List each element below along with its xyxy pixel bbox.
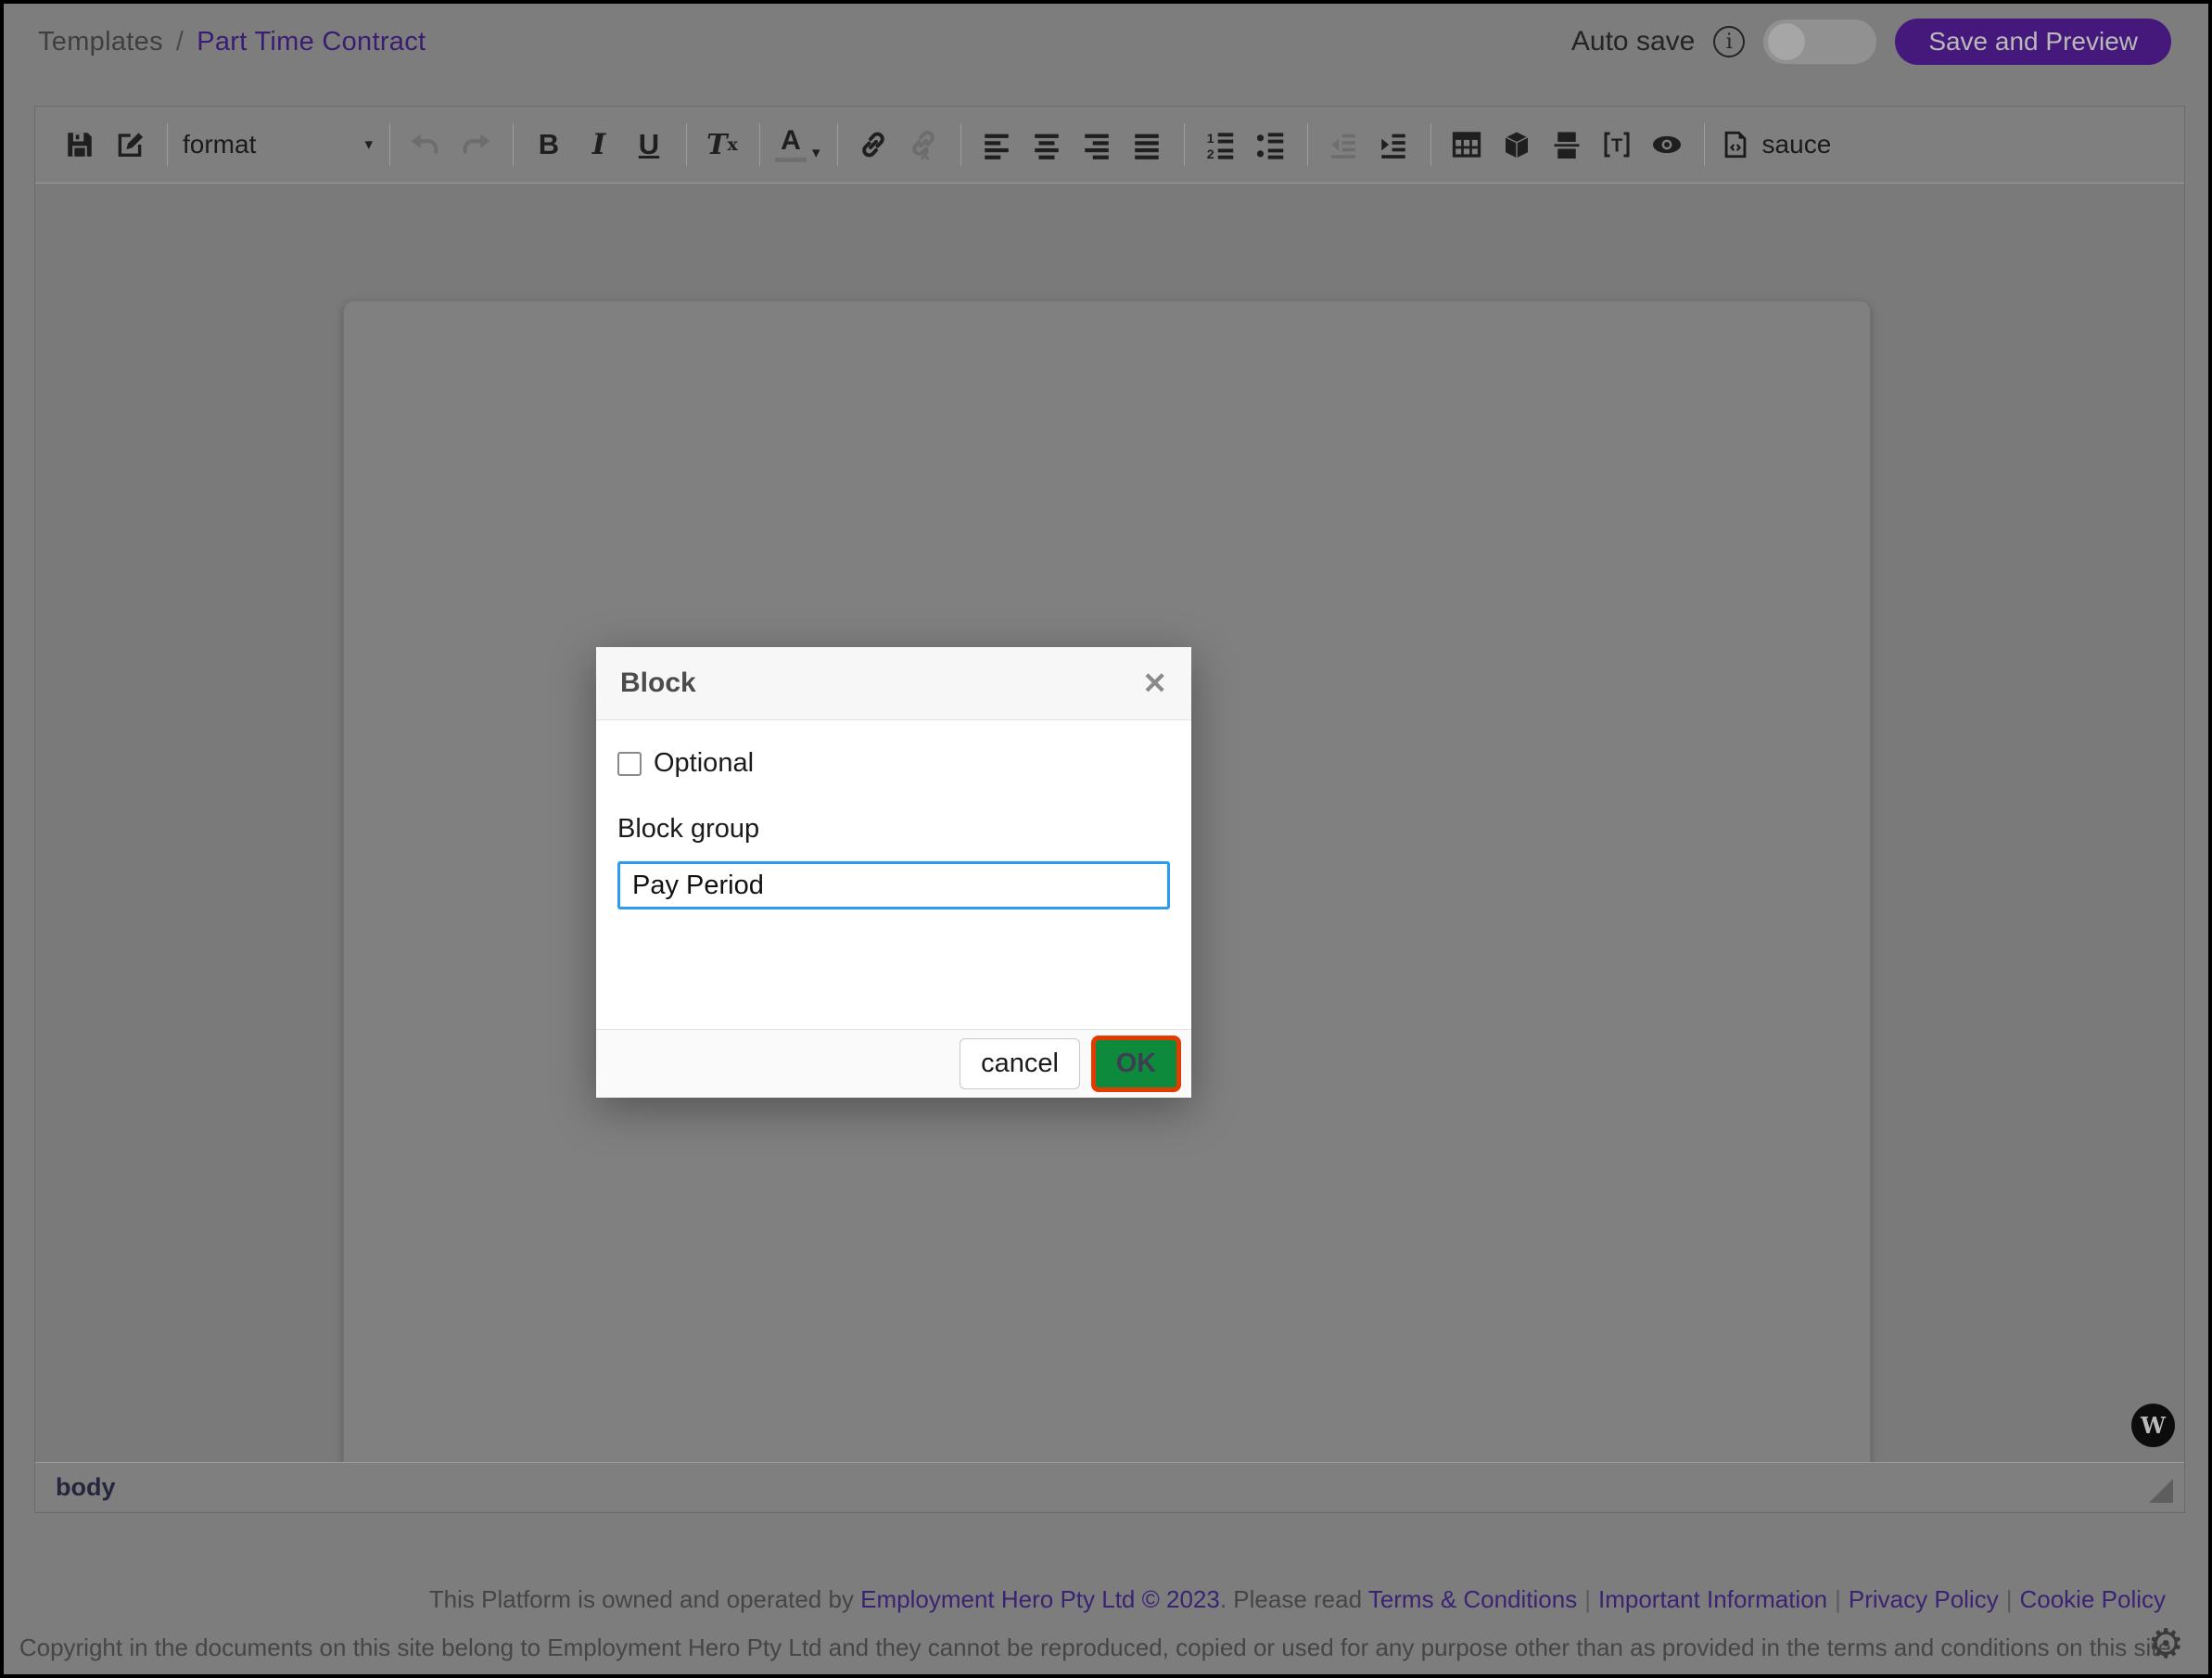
svg-text:1: 1 bbox=[1206, 132, 1214, 146]
optional-label: Optional bbox=[654, 748, 754, 779]
breadcrumb-templates[interactable]: Templates bbox=[38, 27, 163, 57]
toolbar-separator bbox=[837, 123, 838, 166]
toolbar-separator bbox=[389, 123, 390, 166]
align-right-icon[interactable] bbox=[1076, 121, 1117, 169]
edit-template-icon[interactable] bbox=[109, 121, 150, 169]
toolbar-separator bbox=[1704, 123, 1705, 166]
outdent-icon[interactable] bbox=[1323, 121, 1364, 169]
toolbar-separator bbox=[960, 123, 961, 166]
undo-icon[interactable] bbox=[405, 121, 446, 169]
autosave-label: Auto save bbox=[1571, 26, 1695, 57]
unlink-icon[interactable] bbox=[903, 121, 944, 169]
numbered-list-icon[interactable]: 12 bbox=[1200, 121, 1240, 169]
clear-formatting-t: T bbox=[706, 129, 727, 161]
clear-formatting-icon[interactable]: Tx bbox=[702, 121, 743, 169]
element-path-body[interactable]: body bbox=[56, 1473, 116, 1502]
svg-text:T: T bbox=[1610, 136, 1622, 157]
footer-legal-line1: This Platform is owned and operated by E… bbox=[429, 1585, 2166, 1614]
source-code-label: sauce bbox=[1762, 130, 1832, 159]
breadcrumb-current-page: Part Time Contract bbox=[197, 27, 426, 57]
optional-checkbox[interactable] bbox=[617, 752, 642, 776]
footer-separator: | bbox=[1835, 1585, 1841, 1613]
top-bar: Templates / Part Time Contract Auto save i… bbox=[38, 15, 2171, 69]
chevron-down-icon: ▾ bbox=[812, 144, 820, 162]
toolbar-separator bbox=[686, 123, 687, 166]
format-dropdown-label: format bbox=[183, 130, 256, 159]
placeholder-token-icon[interactable]: T bbox=[1596, 121, 1637, 169]
toolbar-separator bbox=[1430, 123, 1431, 166]
text-color-icon[interactable]: A ▾ bbox=[775, 121, 820, 169]
block-dialog-header: Block ✕ bbox=[596, 647, 1191, 720]
format-dropdown[interactable]: format ▾ bbox=[183, 121, 373, 169]
insert-table-icon[interactable] bbox=[1446, 121, 1487, 169]
close-icon[interactable]: ✕ bbox=[1142, 666, 1167, 701]
indent-icon[interactable] bbox=[1373, 121, 1414, 169]
italic-icon[interactable]: I bbox=[578, 121, 619, 169]
source-code-button[interactable]: sauce bbox=[1720, 121, 1832, 169]
footer-separator: | bbox=[2006, 1585, 2013, 1613]
footer-link-important-info[interactable]: Important Information bbox=[1598, 1585, 1827, 1613]
wiris-badge-icon: W bbox=[2131, 1404, 2175, 1447]
svg-text:2: 2 bbox=[1206, 147, 1214, 161]
page-break-icon[interactable] bbox=[1546, 121, 1587, 169]
top-actions: Auto save i Save and Preview bbox=[1571, 19, 2171, 65]
align-center-icon[interactable] bbox=[1026, 121, 1067, 169]
breadcrumb: Templates / Part Time Contract bbox=[38, 27, 426, 57]
toggle-knob bbox=[1768, 23, 1805, 60]
save-and-preview-button[interactable]: Save and Preview bbox=[1895, 19, 2171, 65]
footer-link-cookie[interactable]: Cookie Policy bbox=[2019, 1585, 2166, 1613]
cancel-button[interactable]: cancel bbox=[960, 1038, 1080, 1089]
text-color-bar bbox=[775, 158, 807, 162]
resize-grip[interactable] bbox=[2149, 1479, 2173, 1503]
bold-icon[interactable]: B bbox=[528, 121, 569, 169]
optional-row: Optional bbox=[617, 748, 1170, 779]
wiris-badge-letter: W bbox=[2141, 1412, 2166, 1439]
block-dialog-footer: cancel OK bbox=[596, 1029, 1191, 1098]
dialog-title: Block bbox=[620, 667, 696, 699]
toolbar-separator bbox=[167, 123, 168, 166]
chevron-down-icon: ▾ bbox=[364, 135, 373, 154]
breadcrumb-separator: / bbox=[176, 27, 184, 57]
toolbar-separator bbox=[759, 123, 760, 166]
bulleted-list-icon[interactable] bbox=[1250, 121, 1290, 169]
footer-text-prefix: This Platform is owned and operated by bbox=[429, 1585, 860, 1613]
footer-link-employment-hero[interactable]: Employment Hero Pty Ltd © 2023 bbox=[860, 1585, 1220, 1613]
save-icon[interactable] bbox=[59, 121, 100, 169]
block-dialog: Block ✕ Optional Block group cancel OK bbox=[596, 647, 1191, 1098]
footer-link-terms[interactable]: Terms & Conditions bbox=[1368, 1585, 1577, 1613]
autosave-toggle[interactable] bbox=[1763, 19, 1876, 64]
toolbar-separator bbox=[513, 123, 514, 166]
align-left-icon[interactable] bbox=[976, 121, 1017, 169]
toolbar-separator bbox=[1184, 123, 1185, 166]
link-icon[interactable] bbox=[853, 121, 894, 169]
clear-formatting-x: x bbox=[728, 134, 738, 155]
text-color-a: A bbox=[781, 127, 801, 155]
block-group-label: Block group bbox=[617, 814, 1170, 845]
editor-status-bar: body bbox=[35, 1462, 2184, 1512]
footer-legal-line2: Copyright in the documents on this site … bbox=[19, 1634, 2171, 1662]
preview-eye-icon[interactable] bbox=[1646, 121, 1687, 169]
redo-icon[interactable] bbox=[455, 121, 496, 169]
gear-icon[interactable]: ⚙ bbox=[2148, 1624, 2184, 1665]
underline-icon[interactable]: U bbox=[629, 121, 669, 169]
footer-text-mid: . Please read bbox=[1220, 1585, 1368, 1613]
info-icon[interactable]: i bbox=[1713, 26, 1745, 57]
block-cube-icon[interactable] bbox=[1496, 121, 1537, 169]
block-dialog-body: Optional Block group bbox=[596, 720, 1191, 909]
footer-separator: | bbox=[1584, 1585, 1591, 1613]
editor-toolbar: format ▾ B I U Tx A ▾ bbox=[35, 107, 2184, 184]
toolbar-separator bbox=[1307, 123, 1308, 166]
footer-link-privacy[interactable]: Privacy Policy bbox=[1849, 1585, 1999, 1613]
source-document-icon bbox=[1720, 129, 1751, 160]
ok-button[interactable]: OK bbox=[1091, 1036, 1181, 1092]
block-group-input[interactable] bbox=[617, 861, 1170, 909]
justify-icon[interactable] bbox=[1126, 121, 1167, 169]
